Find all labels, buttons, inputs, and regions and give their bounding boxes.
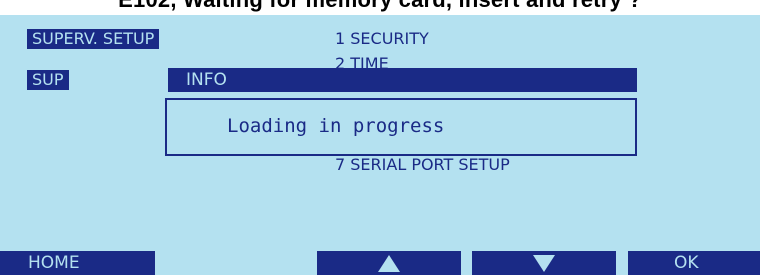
- down-arrow-icon: [533, 255, 555, 272]
- up-softkey[interactable]: [317, 251, 461, 275]
- ok-softkey[interactable]: OK: [628, 251, 760, 275]
- menu-item-serial-port-setup[interactable]: 7 SERIAL PORT SETUP: [335, 155, 510, 175]
- dialog-title: INFO: [168, 68, 637, 92]
- screen: E102, Waiting for memory card, insert an…: [0, 0, 760, 275]
- down-softkey[interactable]: [472, 251, 616, 275]
- menu-item-security[interactable]: 1 SECURITY: [335, 29, 429, 49]
- error-caption: E102, Waiting for memory card, insert an…: [0, 0, 760, 13]
- info-dialog: Loading in progress: [165, 98, 637, 156]
- home-softkey-label: HOME: [28, 253, 80, 273]
- ok-softkey-label: OK: [674, 253, 699, 273]
- dialog-message: Loading in progress: [227, 115, 445, 137]
- submenu-title: SUP: [27, 70, 69, 90]
- up-arrow-icon: [378, 255, 400, 272]
- home-softkey[interactable]: HOME: [0, 251, 155, 275]
- menu-title: SUPERV. SETUP: [27, 29, 160, 49]
